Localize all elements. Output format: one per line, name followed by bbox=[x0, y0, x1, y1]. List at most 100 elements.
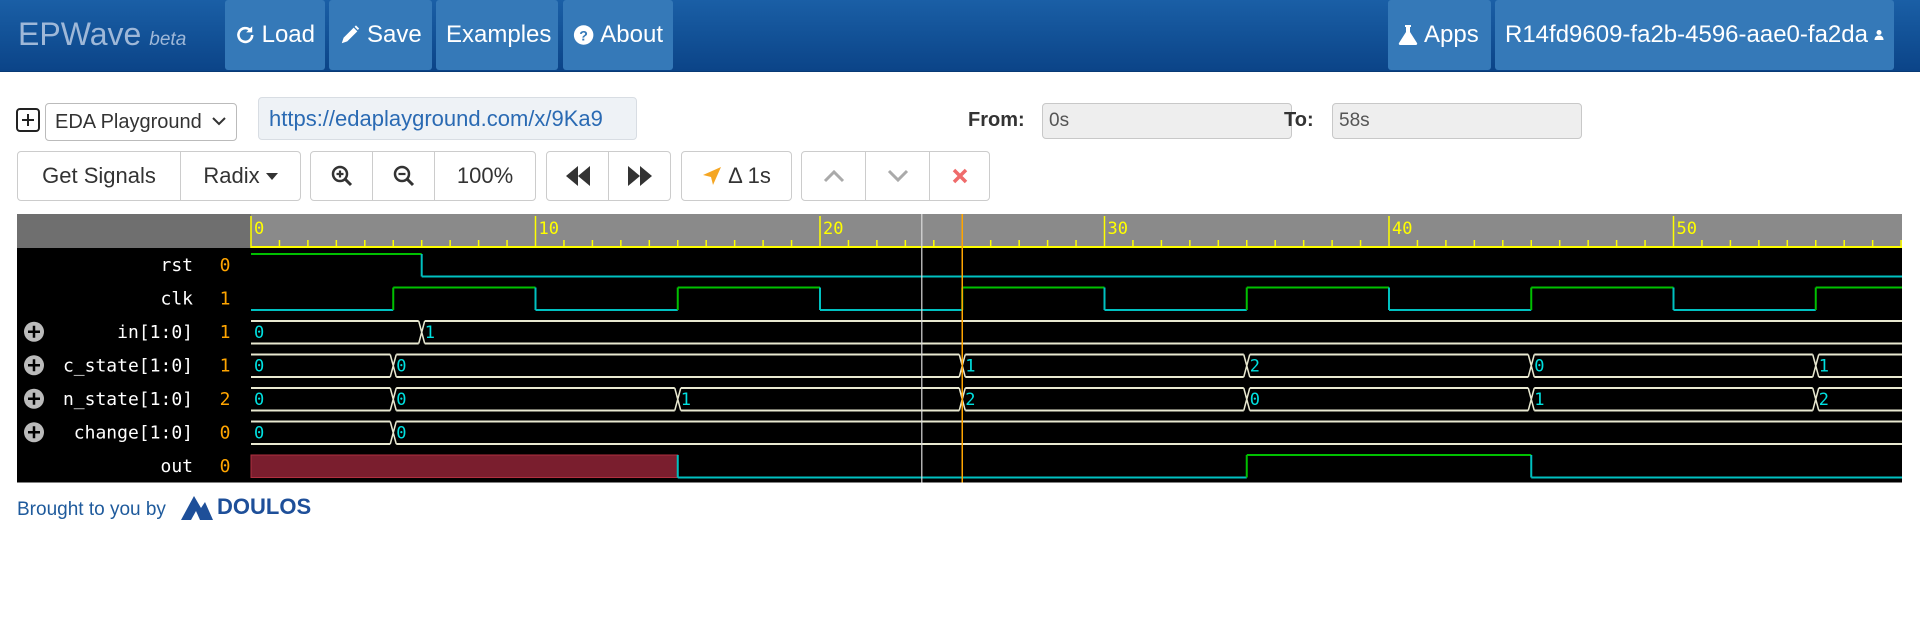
bus-value-label: 2 bbox=[1819, 390, 1829, 410]
doulos-mountain-icon bbox=[181, 496, 213, 520]
from-label: From: bbox=[968, 109, 1025, 131]
chevron-down-icon bbox=[212, 117, 226, 126]
user-session-button[interactable]: R14fd9609-fa2b-4596-aae0-fa2da bbox=[1495, 0, 1894, 70]
bus-value-label: 1 bbox=[1534, 390, 1544, 410]
question-circle-icon: ? bbox=[573, 25, 594, 45]
ruler-label: 10 bbox=[539, 219, 559, 239]
ruler-name-header bbox=[17, 214, 251, 248]
signal-name[interactable]: n_state[1:0] bbox=[63, 389, 193, 410]
move-signal-down-button[interactable] bbox=[865, 151, 930, 201]
waveform-viewer[interactable]: 0 10 20 30 40 50 rst 0 clk 1 in[1:0] 1 0 1 c_state[1:0… bbox=[17, 214, 1902, 484]
signal-cursor-value: 2 bbox=[220, 389, 231, 410]
share-url-field[interactable]: https://edaplayground.com/x/9Ka9 bbox=[258, 97, 637, 140]
playground-select-value: EDA Playground bbox=[55, 111, 202, 133]
zoom-level-button[interactable]: 100% bbox=[434, 151, 536, 201]
radix-label: Radix bbox=[203, 163, 260, 188]
signal-name[interactable]: c_state[1:0] bbox=[63, 356, 193, 377]
signal-name[interactable]: in[1:0] bbox=[117, 322, 193, 343]
bus-value-label: 2 bbox=[1250, 357, 1260, 377]
ruler-label: 0 bbox=[254, 219, 264, 239]
bus-value-label: 2 bbox=[965, 390, 975, 410]
load-button[interactable]: Load bbox=[225, 0, 325, 70]
get-signals-label: Get Signals bbox=[42, 163, 156, 188]
brand-logo[interactable]: EPWave beta bbox=[18, 14, 186, 60]
zoom-out-icon bbox=[393, 165, 414, 187]
radix-dropdown-button[interactable]: Radix bbox=[180, 151, 301, 201]
zoom-in-icon bbox=[331, 165, 352, 187]
about-button[interactable]: ? About bbox=[563, 0, 673, 70]
save-label: Save bbox=[367, 21, 422, 48]
user-icon bbox=[1874, 29, 1884, 41]
bus-value-label: 1 bbox=[1819, 357, 1829, 377]
save-button[interactable]: Save bbox=[329, 0, 432, 70]
apps-label: Apps bbox=[1424, 21, 1479, 48]
unknown-state-block bbox=[250, 454, 679, 478]
signal-name[interactable]: rst bbox=[160, 255, 193, 276]
signal-name[interactable]: clk bbox=[160, 289, 193, 310]
ruler-label: 30 bbox=[1108, 219, 1128, 239]
bus-value-label: 0 bbox=[396, 390, 406, 410]
bus-value-label: 0 bbox=[254, 424, 264, 444]
next-edge-button[interactable] bbox=[608, 151, 671, 201]
svg-text:?: ? bbox=[579, 28, 588, 44]
about-label: About bbox=[600, 21, 663, 48]
flask-icon bbox=[1398, 25, 1418, 45]
delta-time-button[interactable]: Δ 1s bbox=[681, 151, 792, 201]
chevron-up-icon bbox=[823, 169, 844, 183]
bus-value-label: 1 bbox=[681, 390, 691, 410]
doulos-logo-text: DOULOS bbox=[217, 494, 312, 519]
caret-down-icon bbox=[265, 172, 278, 180]
previous-edge-button[interactable] bbox=[546, 151, 609, 201]
top-navbar: EPWave beta Load Save Examples ? About Ap… bbox=[0, 0, 1920, 72]
apps-button[interactable]: Apps bbox=[1388, 0, 1491, 70]
from-time-input[interactable]: 0s bbox=[1042, 103, 1292, 139]
expand-all-icon[interactable] bbox=[16, 108, 40, 132]
get-signals-button[interactable]: Get Signals bbox=[17, 151, 181, 201]
examples-label: Examples bbox=[446, 21, 552, 48]
signal-cursor-value: 0 bbox=[220, 255, 231, 276]
to-time-input[interactable]: 58s bbox=[1332, 103, 1582, 139]
chevron-down-icon bbox=[887, 169, 908, 183]
examples-button[interactable]: Examples bbox=[436, 0, 558, 70]
bus-value-label: 0 bbox=[396, 357, 406, 377]
bus-value-label: 1 bbox=[425, 323, 435, 343]
location-arrow-icon bbox=[703, 167, 722, 185]
ruler-label: 20 bbox=[823, 219, 843, 239]
beta-label: beta bbox=[149, 29, 187, 50]
backward-icon bbox=[565, 166, 590, 186]
ruler-label: 40 bbox=[1392, 219, 1412, 239]
zoom-out-button[interactable] bbox=[372, 151, 435, 201]
bus-value-label: 0 bbox=[1534, 357, 1544, 377]
refresh-icon bbox=[237, 26, 254, 44]
zoom-level: 100% bbox=[456, 163, 514, 188]
signal-cursor-value: 1 bbox=[220, 322, 231, 343]
bus-value-label: 0 bbox=[254, 323, 264, 343]
forward-icon bbox=[627, 166, 652, 186]
session-id: R14fd9609-fa2b-4596-aae0-fa2da bbox=[1505, 21, 1868, 48]
close-icon bbox=[952, 168, 967, 184]
signal-cursor-value: 0 bbox=[220, 423, 231, 444]
pencil-icon bbox=[341, 25, 360, 44]
doulos-logo[interactable]: DOULOS bbox=[180, 493, 311, 521]
bus-value-label: 1 bbox=[965, 357, 975, 377]
delta-label: Δ 1s bbox=[728, 163, 771, 188]
signal-cursor-value: 0 bbox=[220, 456, 231, 477]
signal-name[interactable]: out bbox=[160, 456, 193, 477]
zoom-in-button[interactable] bbox=[310, 151, 373, 201]
remove-signal-button[interactable] bbox=[929, 151, 990, 201]
signal-cursor-value: 1 bbox=[220, 356, 231, 377]
bus-value-label: 0 bbox=[396, 424, 406, 444]
bus-value-label: 0 bbox=[254, 390, 264, 410]
playground-select[interactable]: EDA Playground bbox=[45, 103, 237, 141]
load-label: Load bbox=[261, 21, 315, 48]
time-ruler[interactable] bbox=[17, 214, 1902, 248]
move-signal-up-button[interactable] bbox=[801, 151, 866, 201]
waveform-canvas[interactable]: 0 10 20 30 40 50rst 0clk 1in[1:0] 1 0 1c_state[1:0… bbox=[17, 214, 1902, 484]
bus-value-label: 0 bbox=[1250, 390, 1260, 410]
to-label: To: bbox=[1284, 109, 1314, 131]
signal-name[interactable]: change[1:0] bbox=[74, 423, 193, 444]
signal-cursor-value: 1 bbox=[220, 289, 231, 310]
brought-by-text: Brought to you by bbox=[17, 499, 166, 520]
bus-value-label: 0 bbox=[254, 357, 264, 377]
ruler-label: 50 bbox=[1677, 219, 1697, 239]
